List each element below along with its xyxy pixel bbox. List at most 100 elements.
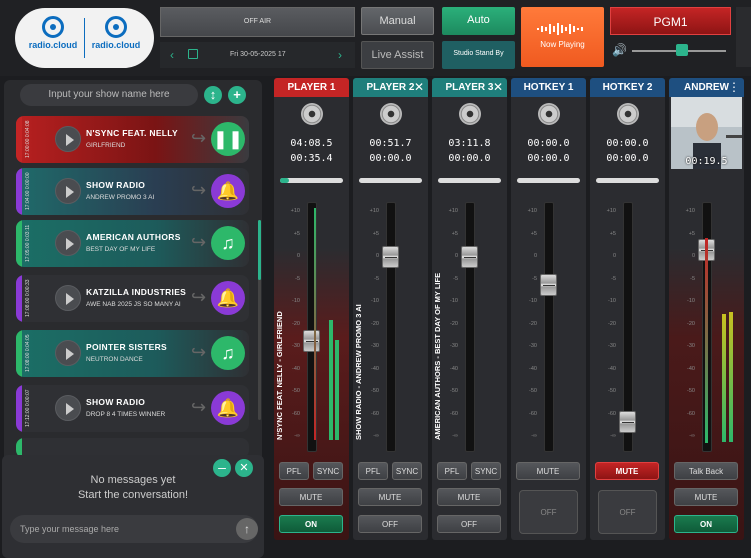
- play-icon[interactable]: [55, 230, 81, 256]
- db-tick: -20: [292, 320, 300, 327]
- pfl-button[interactable]: PFL: [358, 462, 388, 480]
- progress-track[interactable]: [596, 178, 659, 183]
- channel-header[interactable]: HOTKEY 1: [511, 78, 586, 97]
- on-off-button[interactable]: OFF: [437, 515, 501, 533]
- play-icon[interactable]: [55, 395, 81, 421]
- on-off-button[interactable]: OFF: [598, 490, 657, 534]
- auto-button[interactable]: Auto: [442, 7, 515, 35]
- more-icon[interactable]: ⋮: [728, 78, 740, 97]
- volume-fader[interactable]: [540, 273, 557, 296]
- sort-icon[interactable]: ↕: [204, 86, 222, 104]
- play-icon[interactable]: [55, 285, 81, 311]
- mute-button[interactable]: MUTE: [358, 488, 422, 506]
- on-off-button[interactable]: ON: [279, 515, 343, 533]
- item-subtitle: NEUTRON DANCE: [86, 356, 143, 363]
- volume-fader[interactable]: [461, 246, 478, 269]
- db-tick: -20: [450, 320, 458, 327]
- music-note-icon[interactable]: ♫: [211, 226, 245, 260]
- duration-time: 04:08.5: [290, 138, 333, 149]
- pfl-button[interactable]: PFL: [279, 462, 309, 480]
- play-icon[interactable]: [55, 126, 81, 152]
- db-tick: -∞: [531, 433, 537, 439]
- message-input[interactable]: Type your message here: [10, 515, 258, 543]
- on-off-button[interactable]: ON: [674, 515, 738, 533]
- play-icon[interactable]: [55, 178, 81, 204]
- item-times: 17:05:00 0:03:11: [25, 224, 31, 263]
- pause-icon[interactable]: ❚❚: [211, 122, 245, 156]
- live-assist-button[interactable]: Live Assist: [361, 41, 434, 69]
- mute-button[interactable]: MUTE: [595, 462, 659, 480]
- now-playing-button[interactable]: Now Playing: [521, 7, 604, 67]
- on-off-button[interactable]: OFF: [519, 490, 578, 534]
- prev-date-icon[interactable]: ‹: [170, 48, 174, 62]
- bell-icon[interactable]: 🔔: [211, 391, 245, 425]
- send-icon[interactable]: ↑: [236, 518, 258, 540]
- list-item[interactable]: 17:08:00 0:00:33 KATZILLA INDUSTRIES AWE…: [16, 275, 249, 322]
- list-item[interactable]: 17:04:00 0:00:00 SHOW RADIO ANDREW PROMO…: [16, 168, 249, 215]
- talk-back-button[interactable]: Talk Back: [674, 462, 738, 480]
- calendar-icon[interactable]: [188, 49, 198, 59]
- list-item[interactable]: 17:00:00 0:04:08 N'SYNC FEAT. NELLY GIRL…: [16, 116, 249, 163]
- sync-button[interactable]: SYNC: [313, 462, 343, 480]
- logo-text: radio.cloud: [91, 40, 141, 50]
- channel-header[interactable]: PLAYER 1: [274, 78, 349, 97]
- volume-fader[interactable]: [303, 329, 320, 352]
- item-times: 17:12:00 0:00:07: [25, 389, 31, 428]
- sync-button[interactable]: SYNC: [392, 462, 422, 480]
- mute-button[interactable]: MUTE: [279, 488, 343, 506]
- bell-icon[interactable]: 🔔: [211, 174, 245, 208]
- channel-header[interactable]: HOTKEY 2: [590, 78, 665, 97]
- manual-button[interactable]: Manual: [361, 7, 434, 35]
- date-label: Fri 30-05-2025 17: [230, 51, 286, 58]
- db-tick: +5: [530, 230, 537, 237]
- db-tick: +10: [448, 208, 458, 214]
- db-tick: -5: [453, 275, 458, 282]
- play-icon[interactable]: [55, 340, 81, 366]
- progress-track[interactable]: [359, 178, 422, 183]
- on-air-status: OFF AIR: [160, 7, 355, 37]
- scrollbar-thumb[interactable]: [258, 220, 261, 280]
- volume-fader[interactable]: [382, 246, 399, 269]
- next-date-icon[interactable]: ›: [338, 48, 342, 62]
- music-note-icon[interactable]: ♫: [211, 336, 245, 370]
- add-icon[interactable]: +: [228, 86, 246, 104]
- item-times: 17:04:00 0:00:00: [25, 172, 31, 211]
- radio-cloud-icon: [105, 16, 127, 38]
- fader-slot: [386, 202, 396, 452]
- empty-chat-line1: No messages yet: [90, 474, 176, 486]
- duration-time: 00:00.0: [606, 138, 649, 149]
- studio-standby-button[interactable]: Studio Stand By: [442, 41, 515, 69]
- mute-button[interactable]: MUTE: [437, 488, 501, 506]
- sync-button[interactable]: SYNC: [471, 462, 501, 480]
- db-tick: -∞: [610, 433, 616, 439]
- cd-icon: [301, 103, 323, 125]
- speaker-icon[interactable]: 🔊: [612, 43, 627, 57]
- pfl-button[interactable]: PFL: [437, 462, 467, 480]
- on-off-button[interactable]: OFF: [358, 515, 422, 533]
- mute-button[interactable]: MUTE: [516, 462, 580, 480]
- db-tick: -50: [608, 388, 616, 394]
- item-subtitle: DROP 8 4 TIMES WINNER: [86, 411, 166, 418]
- volume-slider[interactable]: [676, 44, 688, 56]
- cd-icon: [459, 103, 481, 125]
- progress-track[interactable]: [517, 178, 580, 183]
- pgm-button[interactable]: PGM1: [610, 7, 731, 35]
- db-tick: 0: [375, 253, 379, 259]
- list-item[interactable]: 17:12:00 0:00:07 SHOW RADIO DROP 8 4 TIM…: [16, 385, 249, 432]
- bell-icon[interactable]: 🔔: [211, 281, 245, 315]
- show-name-input[interactable]: Input your show name here: [20, 84, 198, 106]
- list-item[interactable]: 17:08:00 0:04:05 POINTER SISTERS NEUTRON…: [16, 330, 249, 377]
- db-tick: 0: [296, 253, 300, 259]
- db-tick: -5: [532, 275, 537, 282]
- db-tick: -10: [608, 298, 616, 304]
- close-icon[interactable]: ✕: [414, 78, 424, 97]
- close-icon[interactable]: ✕: [493, 78, 503, 97]
- mute-button[interactable]: MUTE: [674, 488, 738, 506]
- progress-track[interactable]: [438, 178, 501, 183]
- progress-track[interactable]: [280, 178, 343, 183]
- list-item[interactable]: 17:05:00 0:03:11 AMERICAN AUTHORS BEST D…: [16, 220, 249, 267]
- volume-fader[interactable]: [619, 410, 636, 433]
- waveform-icon: [537, 23, 587, 35]
- db-tick: -30: [608, 343, 616, 349]
- item-subtitle: BEST DAY OF MY LIFE: [86, 246, 156, 253]
